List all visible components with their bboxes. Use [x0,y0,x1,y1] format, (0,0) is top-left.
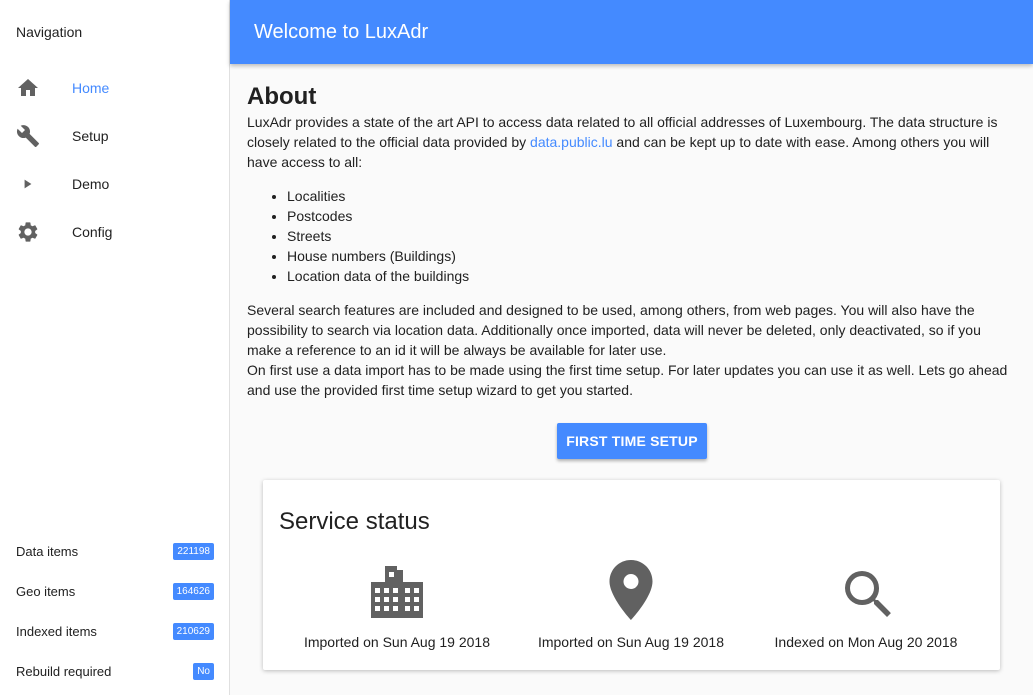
button-wrap: FIRST TIME SETUP [247,423,1017,459]
home-icon [16,76,40,100]
about-para-setup: On first use a data import has to be mad… [247,362,1008,398]
stat-label: Data items [16,543,79,559]
about-para-search: Several search features are included and… [247,302,981,358]
play-icon [16,172,40,196]
list-item: Location data of the buildings [287,266,1017,286]
service-status-title: Service status [279,508,430,535]
stats-panel: Data items 221198 Geo items 164626 Index… [0,531,230,691]
sidebar-item-demo[interactable]: Demo [0,160,230,208]
sidebar-item-home[interactable]: Home [0,64,230,112]
sidebar-item-label: Demo [72,176,110,192]
stat-badge: No [193,662,214,680]
status-text: Indexed on Mon Aug 20 2018 [774,634,958,650]
about-intro: LuxAdr provides a state of the art API t… [247,112,1017,172]
first-time-setup-button[interactable]: FIRST TIME SETUP [557,423,707,459]
stat-label: Geo items [16,583,76,599]
sidebar-item-config[interactable]: Config [0,208,230,256]
status-text: Imported on Sun Aug 19 2018 [303,634,491,650]
stat-row-rebuild-required: Rebuild required No [0,651,230,691]
list-item: House numbers (Buildings) [287,246,1017,266]
data-public-link[interactable]: data.public.lu [530,134,613,150]
status-geo-import: Imported on Sun Aug 19 2018 [511,558,751,650]
status-text: Imported on Sun Aug 19 2018 [537,634,725,650]
status-data-import: Imported on Sun Aug 19 2018 [277,558,517,650]
app-header: Welcome to LuxAdr [230,0,1033,64]
stat-row-geo-items: Geo items 164626 [0,571,230,611]
gear-icon [16,220,40,244]
list-item: Localities [287,186,1017,206]
sidebar-item-label: Home [72,80,110,96]
list-item: Postcodes [287,206,1017,226]
status-index: Indexed on Mon Aug 20 2018 [746,558,986,650]
about-title: About [247,83,317,110]
stat-row-indexed-items: Indexed items 210629 [0,611,230,651]
feature-list: Localities Postcodes Streets House numbe… [287,186,1017,286]
service-status-card: Service status Imported on Sun Aug 19 20… [263,480,1000,670]
page-title: Welcome to LuxAdr [254,20,429,43]
stat-label: Rebuild required [16,663,112,679]
sidebar-item-label: Config [72,224,113,240]
sidebar-item-label: Setup [72,128,109,144]
stat-badge: 210629 [172,622,214,640]
wrench-icon [16,124,40,148]
list-item: Streets [287,226,1017,246]
building-icon [277,558,517,622]
sidebar: Navigation Home Setup Demo Config Data i… [0,0,230,695]
stat-badge: 221198 [173,542,214,560]
nav-list: Home Setup Demo Config [0,64,230,256]
location-pin-icon [511,558,751,622]
stat-row-data-items: Data items 221198 [0,531,230,571]
search-icon [746,558,986,622]
nav-title: Navigation [16,24,83,40]
main-content: About LuxAdr provides a state of the art… [247,82,1017,459]
stat-badge: 164626 [172,582,214,600]
stat-label: Indexed items [16,623,97,639]
sidebar-item-setup[interactable]: Setup [0,112,230,160]
